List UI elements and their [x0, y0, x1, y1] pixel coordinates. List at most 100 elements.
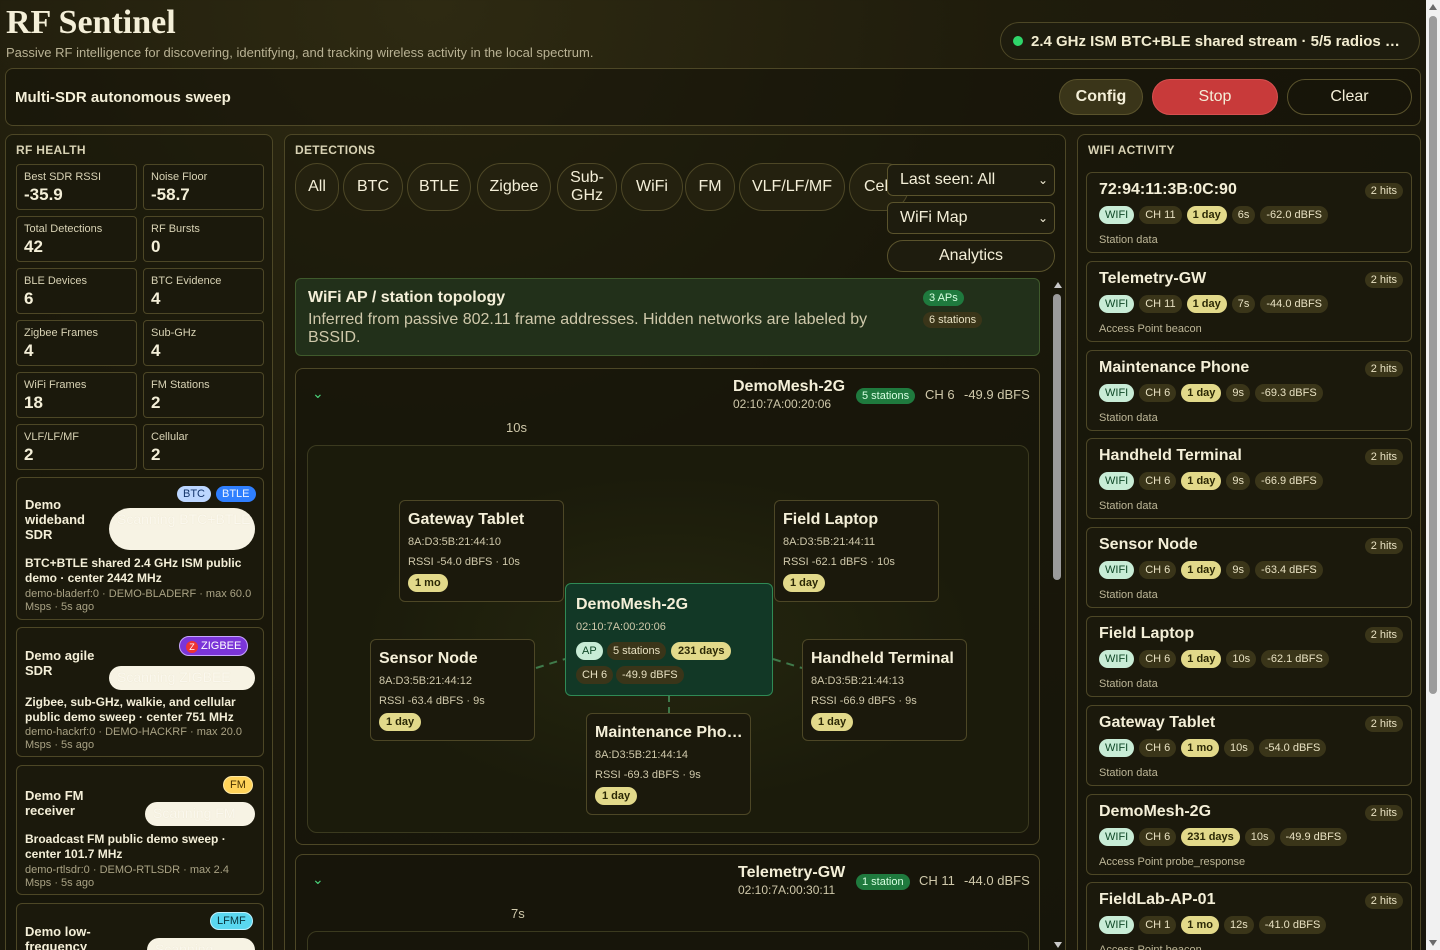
station-node[interactable]: Field Laptop 8A:D3:5B:21:44:11 RSSI -62.… — [774, 500, 939, 602]
type-badge: WIFI — [1099, 916, 1135, 935]
metric-value: 2 — [24, 445, 34, 464]
station-node[interactable]: Sensor Node 8A:D3:5B:21:44:12 RSSI -63.4… — [370, 639, 535, 741]
sdr-description: Broadcast FM public demo sweep · center … — [25, 832, 226, 861]
age-badge: 1 day — [783, 574, 826, 592]
age-badge: 1 mo — [1181, 916, 1219, 935]
frame-type: Station data — [1099, 678, 1158, 690]
type-badge: WIFI — [1099, 738, 1135, 757]
filter-all[interactable]: All — [295, 163, 339, 211]
activity-card[interactable]: Telemetry-GW 2 hits WIFI CH 11 1 day 7s -44.0 … — [1086, 260, 1412, 342]
scrollbar-thumb[interactable] — [1429, 16, 1437, 694]
collapse-chevron-icon[interactable]: ⌄ — [312, 385, 324, 402]
stream-status-pill[interactable]: 2.4 GHz ISM BTC+BLE shared stream · 5/5 … — [1000, 22, 1420, 60]
activity-card[interactable]: Sensor Node 2 hits WIFI CH 61 day 9s -63.4 dB… — [1086, 527, 1412, 609]
station-count-badge: 5 stations — [607, 642, 667, 660]
network-last-seen: 10s — [506, 420, 527, 435]
device-name: FieldLab-AP-01 — [1099, 891, 1216, 909]
last-seen-select[interactable]: Last seen: All ⌄ — [887, 164, 1055, 196]
frame-type: Station data — [1099, 589, 1158, 602]
station-mac: 8A:D3:5B:21:44:13 — [811, 675, 904, 687]
hits-badge: 2 hits — [1364, 538, 1403, 555]
filter-zigbee[interactable]: Zigbee — [477, 163, 551, 211]
activity-tags: WIFI CH 11 mo 12s -41.0 dBFS — [1099, 916, 1327, 935]
ap-badge: AP — [576, 642, 603, 660]
activity-card[interactable]: FieldLab-AP-01 2 hits WIFI CH 11 mo 12s -41.0… — [1086, 882, 1412, 950]
station-node[interactable]: Handheld Terminal 8A:D3:5B:21:44:13 RSSI… — [802, 639, 967, 741]
sdr-name: Demo FM receiver — [25, 788, 84, 818]
filter-wifi[interactable]: WiFi — [621, 163, 683, 211]
activity-card[interactable]: Handheld Terminal 2 hits WIFI CH 61 day 9s -6… — [1086, 438, 1412, 520]
last-seen-badge: 12s — [1223, 916, 1254, 935]
filter-vlf-lf-mf[interactable]: VLF/LF/MF — [739, 163, 845, 211]
device-name: 72:94:11:3B:0C:90 — [1099, 181, 1237, 198]
activity-tags: WIFI CH 6 231 days 10s -49.9 dBFS — [1099, 827, 1348, 846]
scrollbar-thumb[interactable] — [1053, 294, 1061, 580]
clear-button[interactable]: Clear — [1287, 79, 1412, 115]
station-count-badge: 6 stations — [923, 312, 983, 328]
channel-badge: CH 11 — [1139, 206, 1182, 224]
signal-badge: -62.0 dBFS — [1260, 206, 1328, 224]
filter-subghz[interactable]: Sub-GHz — [557, 163, 617, 211]
network-ssid: DemoMesh-2G — [733, 378, 846, 395]
filter-btle[interactable]: BTLE — [407, 163, 471, 211]
app-title: RF Sentinel — [6, 4, 176, 41]
metric-value: 2 — [151, 393, 161, 412]
analytics-button[interactable]: Analytics — [887, 240, 1055, 272]
filter-btc[interactable]: BTC — [343, 163, 403, 211]
access-point-node[interactable]: DemoMesh-2G 02:10:7A:00:20:06 AP 5 stati… — [565, 583, 773, 696]
device-name: Sensor Node — [1099, 536, 1198, 554]
metric-tile: BTC Evidence 4 — [143, 268, 264, 314]
detections-scrollbar[interactable] — [1051, 278, 1065, 948]
config-button[interactable]: Config — [1059, 79, 1143, 115]
filter-fm[interactable]: FM — [685, 163, 735, 211]
type-badge: WIFI — [1099, 383, 1135, 402]
view-select[interactable]: WiFi Map ⌄ — [887, 202, 1055, 234]
activity-tags: WIFI CH 11 1 day 7s -44.0 dBFS — [1099, 294, 1328, 313]
activity-card[interactable]: Gateway Tablet 2 hits WIFI CH 61 mo 10s -54.0… — [1086, 704, 1412, 786]
activity-card[interactable]: DemoMesh-2G 2 hits WIFI CH 6 231 days 10s -49.… — [1086, 793, 1412, 875]
sdr-card-agile[interactable]: Z ZIGBEE Demo agile SDR Scanning ZIGBEE Z… — [16, 627, 264, 757]
network-channel: CH 6 — [925, 387, 955, 402]
channel-badge: CH 6 — [1139, 472, 1177, 491]
activity-card[interactable]: 72:94:11:3B:0C:90 2 hits WIFI CH 11 1 day 6s -… — [1086, 172, 1412, 253]
hits-badge: 2 hits — [1364, 893, 1403, 910]
scanning-indicator: Scanning — [147, 938, 255, 950]
activity-tags: WIFI CH 61 day 9s -63.4 dBFS — [1099, 561, 1323, 580]
age-badge: 231 days — [671, 642, 732, 660]
topology-graph — [307, 931, 1029, 950]
sdr-card-wideband[interactable]: BTC BTLE Demo wideband SDR Scanning BTC+… — [16, 477, 264, 620]
metric-value: 4 — [24, 341, 34, 360]
station-name: Gateway Tablet — [408, 511, 525, 528]
station-count-badge: 5 stations — [856, 388, 916, 404]
last-seen-badge: 10s — [1226, 650, 1257, 668]
station-mac: 8A:D3:5B:21:44:14 — [595, 749, 688, 761]
type-badge: WIFI — [1099, 827, 1135, 846]
hits-badge: 2 hits — [1364, 715, 1403, 732]
signal-badge: -41.0 dBFS — [1258, 916, 1327, 935]
sdr-card-fm[interactable]: FM Demo FM receiver Scanning FM Broadcas… — [16, 765, 264, 895]
wifi-activity-title: WIFI ACTIVITY — [1088, 143, 1175, 157]
sdr-meta: demo-bladerf:0 · DEMO-BLADERF · max 60.0… — [25, 588, 252, 613]
station-node[interactable]: Gateway Tablet 8A:D3:5B:21:44:10 RSSI -5… — [399, 500, 564, 602]
metric-value: -58.7 — [151, 185, 190, 204]
activity-card[interactable]: Field Laptop 2 hits WIFI CH 61 day 10s -62.1 … — [1086, 616, 1412, 697]
age-badge: 1 day — [595, 787, 638, 805]
rf-health-panel: RF HEALTH Best SDR RSSI -35.9 Noise Floor -… — [5, 134, 273, 950]
sdr-card-lowfreq[interactable]: LFMF Demo low-frequency Scanning — [16, 903, 264, 950]
page-scrollbar[interactable] — [1426, 0, 1440, 950]
activity-card[interactable]: Maintenance Phone 2 hits WIFI CH 61 day 9s -6… — [1086, 349, 1412, 431]
metric-label: VLF/LF/MF — [24, 431, 80, 443]
station-node[interactable]: Maintenance Pho… 8A:D3:5B:21:44:14 RSSI … — [586, 713, 751, 815]
age-badge: 1 day — [1181, 472, 1222, 491]
collapse-chevron-icon[interactable]: ⌄ — [312, 871, 324, 888]
metric-tile: BLE Devices 6 — [16, 268, 137, 314]
ap-name: DemoMesh-2G — [576, 596, 689, 613]
stop-button[interactable]: Stop — [1152, 79, 1278, 115]
sdr-name: Demo low-frequency — [25, 924, 91, 950]
last-seen-badge: 9s — [1226, 561, 1251, 580]
age-badge: 231 days — [1181, 827, 1240, 846]
device-name: Gateway Tablet — [1099, 713, 1216, 731]
metric-label: Best SDR RSSI — [24, 171, 102, 183]
last-seen-badge: 10s — [1223, 738, 1254, 757]
station-rssi: RSSI -66.9 dBFS · 9s — [811, 695, 917, 707]
